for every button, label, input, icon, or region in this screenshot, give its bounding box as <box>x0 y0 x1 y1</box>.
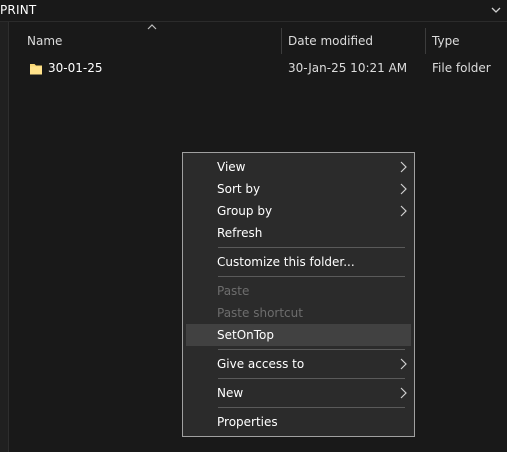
menu-item-label: Properties <box>217 415 278 429</box>
menu-item-customize-folder[interactable]: Customize this folder... <box>186 251 411 273</box>
menu-item-label: Paste shortcut <box>217 306 303 320</box>
file-date: 30-Jan-25 10:21 AM <box>288 61 408 75</box>
menu-item-properties[interactable]: Properties <box>186 411 411 433</box>
menu-item-give-access[interactable]: Give access to <box>186 353 411 375</box>
column-name-label: Name <box>27 34 63 48</box>
menu-item-setontop[interactable]: SetOnTop <box>186 324 411 346</box>
file-name[interactable]: 30-01-25 <box>48 61 102 75</box>
file-type: File folder <box>432 61 491 75</box>
menu-item-label: New <box>217 386 244 400</box>
menu-item-sort-by[interactable]: Sort by <box>186 178 411 200</box>
column-date-label: Date modified <box>288 34 374 48</box>
column-header-date[interactable]: Date modified <box>282 28 425 54</box>
chevron-right-icon <box>400 205 407 217</box>
menu-item-label: Sort by <box>217 182 261 196</box>
menu-separator <box>218 407 405 408</box>
column-header-type[interactable]: Type <box>426 28 507 54</box>
menu-item-label: SetOnTop <box>217 328 275 342</box>
chevron-right-icon <box>400 358 407 370</box>
chevron-right-icon <box>400 183 407 195</box>
context-menu: View Sort by Group by Refresh Customize … <box>182 152 415 437</box>
menu-item-label: View <box>217 160 246 174</box>
menu-item-label: Group by <box>217 204 273 218</box>
file-row[interactable]: 30-01-25 30-Jan-25 10:21 AM File folder <box>9 58 507 80</box>
column-header-name[interactable]: Name <box>9 28 281 54</box>
menu-item-label: Customize this folder... <box>217 255 355 269</box>
menu-item-group-by[interactable]: Group by <box>186 200 411 222</box>
chevron-right-icon <box>400 387 407 399</box>
chevron-down-icon[interactable] <box>490 4 502 16</box>
chevron-right-icon <box>400 161 407 173</box>
menu-item-view[interactable]: View <box>186 156 411 178</box>
menu-item-refresh[interactable]: Refresh <box>186 222 411 244</box>
menu-item-label: Paste <box>217 284 250 298</box>
menu-item-label: Refresh <box>217 226 263 240</box>
menu-item-paste[interactable]: Paste <box>186 280 411 302</box>
address-bar[interactable]: PRINT <box>0 0 507 22</box>
menu-separator <box>218 276 405 277</box>
menu-item-paste-shortcut[interactable]: Paste shortcut <box>186 302 411 324</box>
menu-separator <box>218 349 405 350</box>
menu-item-label: Give access to <box>217 357 305 371</box>
address-text[interactable]: PRINT <box>0 3 36 17</box>
menu-separator <box>218 247 405 248</box>
menu-separator <box>218 378 405 379</box>
navigation-pane[interactable] <box>0 22 9 452</box>
folder-icon <box>30 64 42 75</box>
column-type-label: Type <box>432 34 460 48</box>
menu-item-new[interactable]: New <box>186 382 411 404</box>
